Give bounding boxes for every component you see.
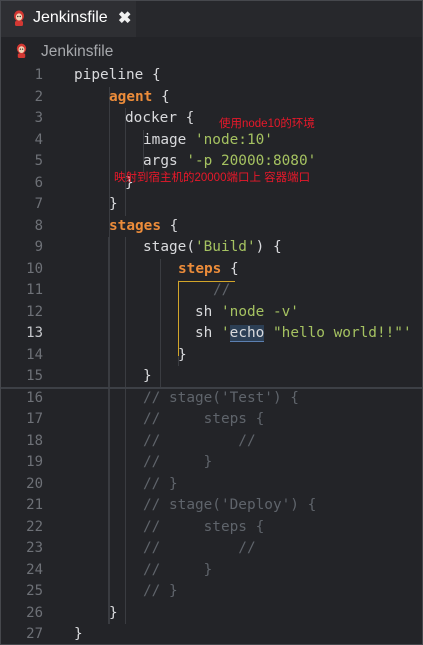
code-line[interactable]: // }	[143, 452, 212, 474]
code-line[interactable]: // stage('Test') {	[143, 388, 299, 410]
code-line[interactable]: args '-p 20000:8080'	[143, 151, 316, 173]
line-number: 16	[26, 389, 43, 406]
code-token: }	[109, 604, 118, 621]
code-token: agent	[109, 88, 153, 105]
code-token: // }	[143, 454, 213, 470]
code-token: // stage('Deploy') {	[143, 497, 317, 513]
code-token: {	[160, 217, 179, 234]
code-token: // }	[143, 583, 178, 599]
annotation-node10-env: 使用node10的环境	[219, 118, 315, 130]
tab-bar: Jenkinsfile ✖	[1, 1, 422, 37]
line-number: 22	[26, 518, 43, 535]
line-number: 1	[34, 67, 43, 83]
code-line[interactable]: // }	[143, 474, 178, 496]
line-number: 14	[26, 346, 43, 363]
code-line[interactable]: // //	[143, 431, 256, 453]
line-number: 10	[26, 260, 43, 277]
indent-guide	[160, 258, 161, 388]
code-token: pipeline	[74, 67, 152, 83]
code-token: 'Build'	[194, 239, 256, 255]
line-number: 17	[26, 411, 43, 427]
code-token: stages	[109, 217, 161, 234]
code-token: // //	[143, 432, 256, 449]
line-number: 12	[26, 303, 43, 320]
code-line[interactable]: }	[143, 366, 152, 388]
line-number: 20	[26, 475, 43, 492]
indent-guide	[108, 237, 109, 624]
code-line[interactable]: image 'node:10'	[143, 130, 273, 152]
line-number: 7	[34, 196, 43, 212]
code-token: {	[152, 88, 170, 105]
code-token: // steps {	[143, 518, 265, 535]
jenkins-icon	[15, 43, 28, 64]
code-token: 'node:10'	[194, 131, 273, 148]
code-token: {	[221, 260, 239, 277]
code-token: steps	[178, 260, 222, 277]
code-line[interactable]: // stage('Deploy') {	[143, 495, 316, 517]
code-token: // //	[143, 540, 256, 556]
code-token: docker {	[125, 110, 195, 126]
line-number-gutter: 1 2 3 4 5 6 7 8 9 10 11 12 13 14 15 16 17 18 19 20 21 22 23 24 2…	[1, 65, 61, 644]
code-line[interactable]: agent {	[109, 87, 170, 109]
code-token: image	[143, 131, 195, 148]
tab-jenkinsfile[interactable]: Jenkinsfile ✖	[1, 1, 136, 37]
code-line[interactable]: }	[109, 194, 118, 216]
code-token: }	[109, 196, 118, 212]
line-number: 5	[34, 153, 43, 169]
line-number: 3	[34, 110, 43, 126]
scroll-divider	[1, 387, 422, 389]
code-line[interactable]: // steps {	[143, 517, 264, 539]
line-number: 15	[26, 368, 43, 384]
code-token: }	[74, 626, 83, 642]
code-token: stage(	[143, 239, 195, 255]
code-editor[interactable]: 1 2 3 4 5 6 7 8 9 10 11 12 13 14 15 16 17 18 19 20 21 22 23 24 2…	[1, 65, 422, 644]
code-line[interactable]: // }	[143, 581, 178, 603]
code-token: args	[143, 153, 187, 169]
code-token: // }	[143, 561, 213, 578]
code-token: // steps {	[143, 411, 265, 427]
code-line[interactable]: // //	[143, 538, 256, 560]
breadcrumb: Jenkinsfile	[1, 37, 422, 65]
code-line[interactable]: pipeline {	[74, 65, 161, 87]
code-line[interactable]: // }	[143, 560, 212, 582]
line-number: 18	[26, 432, 43, 449]
bracket-match-marker	[178, 281, 235, 356]
annotation-port-mapping: 映射到宿主机的20000端口上 容器端口	[114, 172, 311, 184]
code-token: ) {	[255, 239, 282, 255]
line-number: 11	[26, 282, 43, 298]
code-token: '-p 20000:8080'	[186, 153, 317, 169]
code-token: // }	[143, 475, 178, 492]
close-icon[interactable]: ✖	[118, 8, 131, 28]
line-number: 24	[26, 561, 43, 578]
code-line[interactable]: stage('Build') {	[143, 237, 282, 259]
code-line[interactable]: stages {	[109, 216, 178, 238]
editor-window: Jenkinsfile ✖ Jenkinsfile 1 2 3 4 5 6 7 8 9 10 11 1…	[0, 0, 423, 645]
jenkins-icon	[12, 10, 26, 32]
line-number: 8	[34, 217, 43, 234]
tab-label: Jenkinsfile	[33, 9, 108, 26]
indent-guide	[125, 237, 126, 624]
code-token: {	[151, 67, 161, 83]
line-number: 27	[26, 626, 43, 642]
line-number: 4	[34, 131, 43, 148]
indent-guide	[109, 86, 110, 624]
code-line[interactable]: docker {	[125, 108, 194, 130]
code-line[interactable]: // steps {	[143, 409, 264, 431]
line-number: 19	[26, 454, 43, 470]
line-number: 9	[34, 239, 43, 255]
line-number: 6	[34, 174, 43, 191]
code-token: }	[143, 368, 152, 384]
code-line[interactable]: steps {	[178, 259, 239, 281]
line-number: 2	[34, 88, 43, 105]
code-token: "hello world!!"'	[264, 325, 412, 341]
code-line[interactable]: }	[74, 624, 83, 644]
breadcrumb-file[interactable]: Jenkinsfile	[41, 43, 113, 61]
line-number: 26	[26, 604, 43, 621]
line-number: 21	[26, 497, 43, 513]
line-number: 25	[26, 583, 43, 599]
code-token: // stage('Test') {	[143, 389, 299, 406]
line-number: 13	[26, 325, 43, 341]
line-number: 23	[26, 540, 43, 556]
code-line[interactable]: }	[109, 603, 118, 625]
